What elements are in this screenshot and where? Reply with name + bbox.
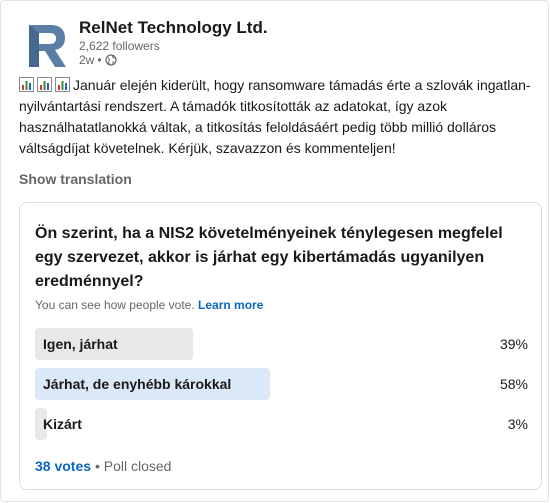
poll-option[interactable]: Kizárt 3% [35,408,528,440]
learn-more-link[interactable]: Learn more [198,298,263,312]
company-logo[interactable] [25,21,69,69]
poll-option-percent: 39% [499,336,528,352]
vote-count-link[interactable]: 38 votes [35,458,91,474]
meta-separator: • [97,53,102,67]
poll-option[interactable]: Igen, járhat 39% [35,328,528,360]
post-body: Január elején kiderült, hogy ransomware … [19,75,539,159]
poll-option-percent: 3% [507,416,528,432]
post-meta: 2w • [79,53,117,67]
bar-chart-icon [19,77,34,92]
poll-visibility-note: You can see how people vote. Learn more [35,298,263,312]
poll-visibility-text: You can see how people vote. [35,298,195,312]
footer-separator: • [94,458,100,474]
poll-card: Ön szerint, ha a NIS2 követelményeinek t… [19,202,542,490]
company-name[interactable]: RelNet Technology Ltd. [79,18,268,38]
bar-chart-icon [55,77,70,92]
post-card: RelNet Technology Ltd. 2,622 followers 2… [0,0,549,502]
poll-question: Ön szerint, ha a NIS2 követelményeinek t… [35,225,503,290]
poll-option-label: Kizárt [43,416,82,432]
globe-icon [104,54,117,66]
bar-chart-icon [37,77,52,92]
poll-status: Poll closed [103,458,172,474]
post-body-text: Január elején kiderült, hogy ransomware … [19,77,531,156]
poll-option-label: Igen, járhat [43,336,118,352]
poll-option[interactable]: Járhat, de enyhébb károkkal 58% [35,368,528,400]
follower-count: 2,622 followers [79,39,160,53]
poll-option-percent: 58% [499,376,528,392]
post-time: 2w [79,53,95,67]
poll-option-label: Járhat, de enyhébb károkkal [43,376,232,392]
poll-footer: 38 votes • Poll closed [35,458,171,474]
show-translation-button[interactable]: Show translation [19,171,132,187]
